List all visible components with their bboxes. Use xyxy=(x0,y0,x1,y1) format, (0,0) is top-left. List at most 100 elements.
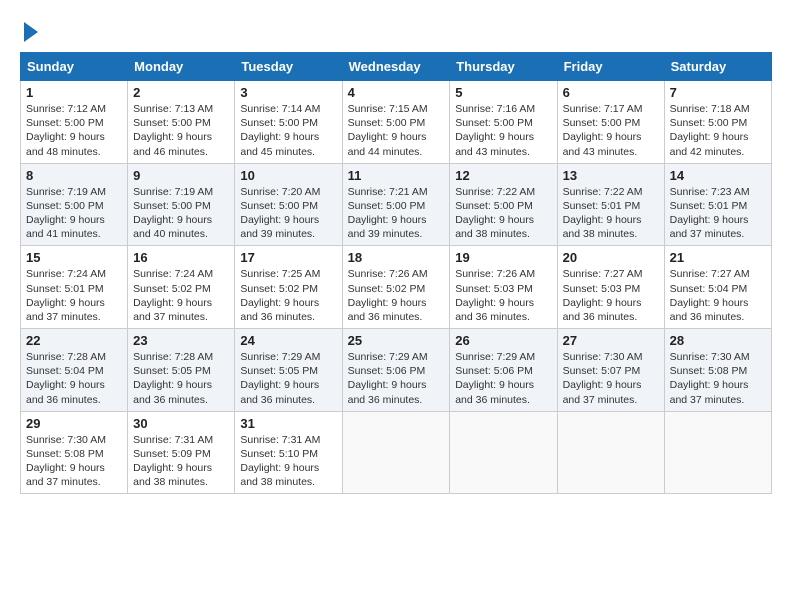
day-number: 14 xyxy=(670,168,766,183)
day-number: 23 xyxy=(133,333,229,348)
calendar-cell: 14 Sunrise: 7:23 AM Sunset: 5:01 PM Dayli… xyxy=(664,163,771,246)
header-day-tuesday: Tuesday xyxy=(235,53,342,81)
header-day-friday: Friday xyxy=(557,53,664,81)
day-number: 21 xyxy=(670,250,766,265)
calendar-cell xyxy=(342,411,450,494)
day-info: Sunrise: 7:14 AM Sunset: 5:00 PM Dayligh… xyxy=(240,102,336,159)
logo xyxy=(20,20,38,42)
day-info: Sunrise: 7:23 AM Sunset: 5:01 PM Dayligh… xyxy=(670,185,766,242)
header-day-saturday: Saturday xyxy=(664,53,771,81)
day-info: Sunrise: 7:12 AM Sunset: 5:00 PM Dayligh… xyxy=(26,102,122,159)
day-info: Sunrise: 7:30 AM Sunset: 5:08 PM Dayligh… xyxy=(670,350,766,407)
day-info: Sunrise: 7:28 AM Sunset: 5:04 PM Dayligh… xyxy=(26,350,122,407)
calendar-cell: 16 Sunrise: 7:24 AM Sunset: 5:02 PM Dayli… xyxy=(128,246,235,329)
day-number: 31 xyxy=(240,416,336,431)
day-info: Sunrise: 7:29 AM Sunset: 5:06 PM Dayligh… xyxy=(348,350,445,407)
day-info: Sunrise: 7:25 AM Sunset: 5:02 PM Dayligh… xyxy=(240,267,336,324)
day-number: 7 xyxy=(670,85,766,100)
calendar-cell: 20Sunrise: 7:27 AM Sunset: 5:03 PM Dayli… xyxy=(557,246,664,329)
day-info: Sunrise: 7:16 AM Sunset: 5:00 PM Dayligh… xyxy=(455,102,551,159)
day-number: 20 xyxy=(563,250,659,265)
calendar-week-2: 8 Sunrise: 7:19 AM Sunset: 5:00 PM Daylig… xyxy=(21,163,772,246)
day-number: 1 xyxy=(26,85,122,100)
calendar-cell: 12 Sunrise: 7:22 AM Sunset: 5:00 PM Dayli… xyxy=(450,163,557,246)
calendar-cell: 17 Sunrise: 7:25 AM Sunset: 5:02 PM Dayli… xyxy=(235,246,342,329)
day-number: 15 xyxy=(26,250,122,265)
calendar-table: SundayMondayTuesdayWednesdayThursdayFrid… xyxy=(20,52,772,494)
day-number: 30 xyxy=(133,416,229,431)
header-day-sunday: Sunday xyxy=(21,53,128,81)
day-number: 22 xyxy=(26,333,122,348)
calendar-cell: 31 Sunrise: 7:31 AM Sunset: 5:10 PM Dayli… xyxy=(235,411,342,494)
calendar-cell xyxy=(557,411,664,494)
day-info: Sunrise: 7:24 AM Sunset: 5:02 PM Dayligh… xyxy=(133,267,229,324)
day-number: 3 xyxy=(240,85,336,100)
day-info: Sunrise: 7:28 AM Sunset: 5:05 PM Dayligh… xyxy=(133,350,229,407)
day-number: 19 xyxy=(455,250,551,265)
calendar-cell: 28 Sunrise: 7:30 AM Sunset: 5:08 PM Dayli… xyxy=(664,329,771,412)
calendar-cell: 7 Sunrise: 7:18 AM Sunset: 5:00 PM Daylig… xyxy=(664,81,771,164)
day-number: 25 xyxy=(348,333,445,348)
day-info: Sunrise: 7:13 AM Sunset: 5:00 PM Dayligh… xyxy=(133,102,229,159)
day-info: Sunrise: 7:19 AM Sunset: 5:00 PM Dayligh… xyxy=(133,185,229,242)
logo-arrow-icon xyxy=(24,22,38,42)
day-info: Sunrise: 7:26 AM Sunset: 5:03 PM Dayligh… xyxy=(455,267,551,324)
day-number: 2 xyxy=(133,85,229,100)
day-info: Sunrise: 7:31 AM Sunset: 5:10 PM Dayligh… xyxy=(240,433,336,490)
calendar-cell: 23 Sunrise: 7:28 AM Sunset: 5:05 PM Dayli… xyxy=(128,329,235,412)
calendar-cell: 21Sunrise: 7:27 AM Sunset: 5:04 PM Dayli… xyxy=(664,246,771,329)
calendar-cell: 22 Sunrise: 7:28 AM Sunset: 5:04 PM Dayli… xyxy=(21,329,128,412)
day-info: Sunrise: 7:15 AM Sunset: 5:00 PM Dayligh… xyxy=(348,102,445,159)
day-info: Sunrise: 7:20 AM Sunset: 5:00 PM Dayligh… xyxy=(240,185,336,242)
day-number: 18 xyxy=(348,250,445,265)
calendar-cell: 26 Sunrise: 7:29 AM Sunset: 5:06 PM Dayli… xyxy=(450,329,557,412)
day-info: Sunrise: 7:19 AM Sunset: 5:00 PM Dayligh… xyxy=(26,185,122,242)
day-info: Sunrise: 7:26 AM Sunset: 5:02 PM Dayligh… xyxy=(348,267,445,324)
day-number: 12 xyxy=(455,168,551,183)
day-info: Sunrise: 7:18 AM Sunset: 5:00 PM Dayligh… xyxy=(670,102,766,159)
calendar-cell: 27Sunrise: 7:30 AM Sunset: 5:07 PM Dayli… xyxy=(557,329,664,412)
header-day-wednesday: Wednesday xyxy=(342,53,450,81)
day-number: 10 xyxy=(240,168,336,183)
calendar-cell: 9 Sunrise: 7:19 AM Sunset: 5:00 PM Daylig… xyxy=(128,163,235,246)
calendar-cell: 29Sunrise: 7:30 AM Sunset: 5:08 PM Dayli… xyxy=(21,411,128,494)
day-number: 24 xyxy=(240,333,336,348)
day-number: 16 xyxy=(133,250,229,265)
calendar-week-5: 29Sunrise: 7:30 AM Sunset: 5:08 PM Dayli… xyxy=(21,411,772,494)
calendar-week-1: 1 Sunrise: 7:12 AM Sunset: 5:00 PM Daylig… xyxy=(21,81,772,164)
day-number: 9 xyxy=(133,168,229,183)
calendar-cell: 2 Sunrise: 7:13 AM Sunset: 5:00 PM Daylig… xyxy=(128,81,235,164)
day-number: 6 xyxy=(563,85,659,100)
calendar-cell: 10 Sunrise: 7:20 AM Sunset: 5:00 PM Dayli… xyxy=(235,163,342,246)
day-number: 28 xyxy=(670,333,766,348)
calendar-cell: 24Sunrise: 7:29 AM Sunset: 5:05 PM Dayli… xyxy=(235,329,342,412)
day-number: 4 xyxy=(348,85,445,100)
calendar-cell: 1 Sunrise: 7:12 AM Sunset: 5:00 PM Daylig… xyxy=(21,81,128,164)
day-number: 26 xyxy=(455,333,551,348)
page-header xyxy=(20,20,772,42)
day-info: Sunrise: 7:29 AM Sunset: 5:06 PM Dayligh… xyxy=(455,350,551,407)
header-day-monday: Monday xyxy=(128,53,235,81)
header-day-thursday: Thursday xyxy=(450,53,557,81)
day-info: Sunrise: 7:21 AM Sunset: 5:00 PM Dayligh… xyxy=(348,185,445,242)
calendar-cell: 18 Sunrise: 7:26 AM Sunset: 5:02 PM Dayli… xyxy=(342,246,450,329)
calendar-cell: 15 Sunrise: 7:24 AM Sunset: 5:01 PM Dayli… xyxy=(21,246,128,329)
day-number: 27 xyxy=(563,333,659,348)
calendar-cell: 4 Sunrise: 7:15 AM Sunset: 5:00 PM Daylig… xyxy=(342,81,450,164)
day-info: Sunrise: 7:17 AM Sunset: 5:00 PM Dayligh… xyxy=(563,102,659,159)
calendar-cell: 11 Sunrise: 7:21 AM Sunset: 5:00 PM Dayli… xyxy=(342,163,450,246)
day-number: 8 xyxy=(26,168,122,183)
day-number: 11 xyxy=(348,168,445,183)
calendar-cell: 6 Sunrise: 7:17 AM Sunset: 5:00 PM Daylig… xyxy=(557,81,664,164)
day-info: Sunrise: 7:22 AM Sunset: 5:00 PM Dayligh… xyxy=(455,185,551,242)
calendar-cell xyxy=(664,411,771,494)
day-info: Sunrise: 7:31 AM Sunset: 5:09 PM Dayligh… xyxy=(133,433,229,490)
day-info: Sunrise: 7:24 AM Sunset: 5:01 PM Dayligh… xyxy=(26,267,122,324)
day-number: 17 xyxy=(240,250,336,265)
calendar-week-3: 15 Sunrise: 7:24 AM Sunset: 5:01 PM Dayli… xyxy=(21,246,772,329)
day-info: Sunrise: 7:22 AM Sunset: 5:01 PM Dayligh… xyxy=(563,185,659,242)
calendar-cell: 8 Sunrise: 7:19 AM Sunset: 5:00 PM Daylig… xyxy=(21,163,128,246)
calendar-header-row: SundayMondayTuesdayWednesdayThursdayFrid… xyxy=(21,53,772,81)
day-number: 13 xyxy=(563,168,659,183)
calendar-cell: 13 Sunrise: 7:22 AM Sunset: 5:01 PM Dayli… xyxy=(557,163,664,246)
